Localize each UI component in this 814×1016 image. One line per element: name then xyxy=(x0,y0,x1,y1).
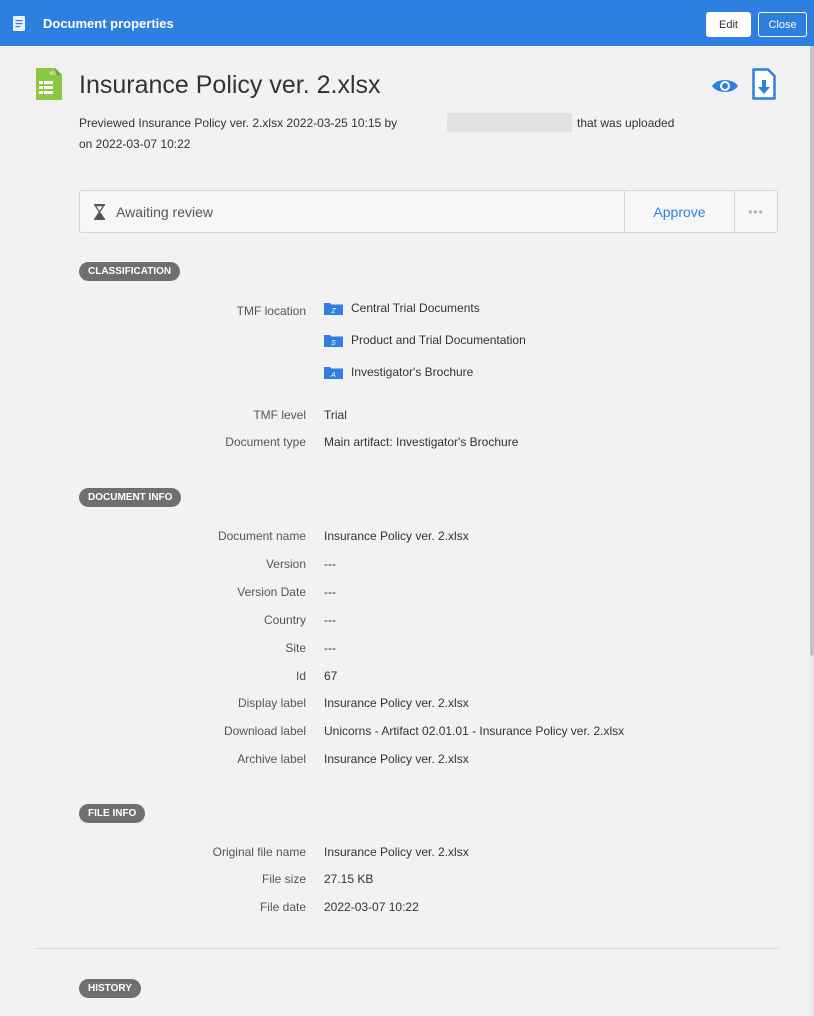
document-title: Insurance Policy ver. 2.xlsx xyxy=(79,71,381,99)
tmf-location-item[interactable]: Z Central Trial Documents xyxy=(324,301,480,315)
field-value: 27.15 KB xyxy=(324,872,374,886)
tmf-level-value: Trial xyxy=(324,408,347,422)
preview-description: Previewed Insurance Policy ver. 2.xlsx 2… xyxy=(79,116,398,130)
close-button[interactable]: Close xyxy=(758,12,807,37)
upload-date-description: on 2022-03-07 10:22 xyxy=(79,137,191,151)
field-value: 2022-03-07 10:22 xyxy=(324,900,419,914)
tmf-location-name: Central Trial Documents xyxy=(351,301,480,315)
redacted-user xyxy=(447,113,572,132)
folder-badge: S xyxy=(331,340,336,347)
tmf-level-label: TMF level xyxy=(253,408,306,422)
field-label: Id xyxy=(295,669,306,683)
field-value: 67 xyxy=(324,669,338,683)
field-label: Original file name xyxy=(212,845,306,859)
field-value: --- xyxy=(324,641,336,655)
field-label: Version xyxy=(265,557,306,571)
field-label: Display label xyxy=(237,696,306,710)
field-value: --- xyxy=(324,613,336,627)
tmf-location-name: Product and Trial Documentation xyxy=(351,333,526,347)
field-label: Download label xyxy=(223,724,306,738)
field-label: Country xyxy=(263,613,306,627)
review-status-bar: Awaiting review Approve ••• xyxy=(79,190,778,233)
tmf-location-item[interactable]: A Investigator's Brochure xyxy=(324,365,473,379)
folder-badge: Z xyxy=(330,308,336,315)
status-text: Awaiting review xyxy=(116,204,214,220)
field-label: File size xyxy=(261,872,306,886)
field-label: File date xyxy=(259,900,306,914)
approve-button[interactable]: Approve xyxy=(624,191,734,232)
tmf-location-name: Investigator's Brochure xyxy=(351,365,474,379)
field-label: Site xyxy=(285,641,306,655)
field-label: Document name xyxy=(217,529,306,543)
more-options-button[interactable]: ••• xyxy=(734,191,777,232)
field-value: --- xyxy=(324,557,336,571)
field-value: Insurance Policy ver. 2.xlsx xyxy=(324,845,469,859)
folder-icon: A xyxy=(324,366,343,379)
document-icon xyxy=(13,16,25,31)
tmf-location-label: TMF location xyxy=(236,304,306,318)
folder-icon: S xyxy=(324,334,343,347)
field-label: Archive label xyxy=(237,752,306,766)
hourglass-icon xyxy=(94,204,105,220)
section-document-info: DOCUMENT INFO xyxy=(79,488,182,507)
field-value: Insurance Policy ver. 2.xlsx xyxy=(324,529,469,543)
folder-badge: A xyxy=(330,372,336,379)
section-file-info: FILE INFO xyxy=(79,804,146,823)
document-type-value: Main artifact: Investigator's Brochure xyxy=(324,435,519,449)
scrollbar-thumb[interactable] xyxy=(810,46,814,656)
scrollbar[interactable] xyxy=(810,46,814,1016)
eye-icon[interactable] xyxy=(710,73,740,99)
field-value: Unicorns - Artifact 02.01.01 - Insurance… xyxy=(324,724,625,738)
tmf-location-item[interactable]: S Product and Trial Documentation xyxy=(324,333,526,347)
section-history[interactable]: HISTORY xyxy=(79,979,141,998)
field-value: Insurance Policy ver. 2.xlsx xyxy=(324,752,469,766)
folder-icon: Z xyxy=(324,302,343,315)
section-divider xyxy=(35,948,779,949)
titlebar: Document properties Edit Close xyxy=(0,0,814,46)
preview-description-continued: that was uploaded xyxy=(577,116,675,130)
download-file-icon[interactable] xyxy=(752,68,776,100)
spreadsheet-file-icon: xls xyxy=(36,68,62,100)
file-type-label: xls xyxy=(49,71,56,77)
field-value: --- xyxy=(324,585,336,599)
field-value: Insurance Policy ver. 2.xlsx xyxy=(324,696,469,710)
field-label: Version Date xyxy=(237,585,306,599)
document-type-label: Document type xyxy=(225,435,306,449)
titlebar-title: Document properties xyxy=(43,16,174,31)
section-classification: CLASSIFICATION xyxy=(79,262,181,281)
edit-button[interactable]: Edit xyxy=(706,12,751,37)
